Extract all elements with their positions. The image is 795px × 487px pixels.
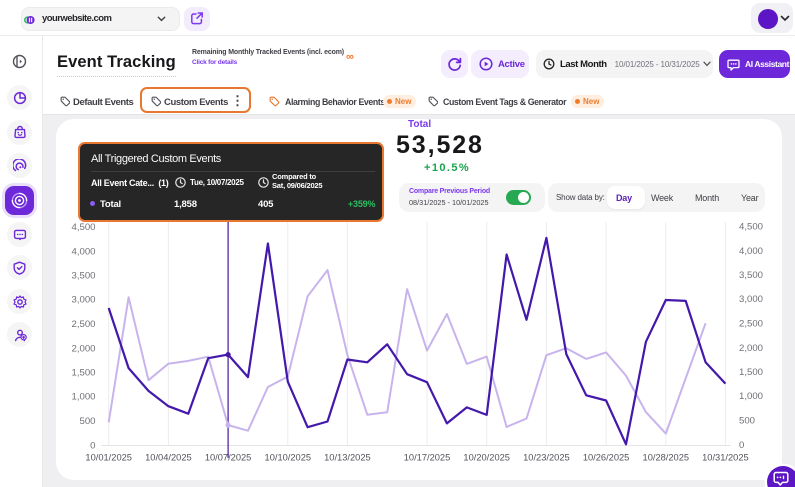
svg-text:10/10/2025: 10/10/2025 (265, 453, 312, 463)
svg-text:1,000: 1,000 (739, 391, 763, 402)
svg-text:0: 0 (739, 440, 744, 451)
svg-text:2,500: 2,500 (739, 319, 763, 330)
svg-text:1,500: 1,500 (739, 367, 763, 378)
svg-text:4,500: 4,500 (739, 222, 763, 233)
svg-text:3,500: 3,500 (71, 271, 95, 282)
svg-text:3,500: 3,500 (739, 270, 763, 281)
svg-text:500: 500 (739, 416, 755, 427)
svg-text:3,000: 3,000 (71, 295, 95, 306)
svg-text:2,000: 2,000 (71, 343, 95, 354)
svg-text:10/17/2025: 10/17/2025 (404, 453, 451, 463)
svg-text:3,000: 3,000 (739, 294, 763, 305)
svg-text:10/26/2025: 10/26/2025 (583, 453, 630, 463)
svg-text:4,500: 4,500 (71, 222, 95, 233)
svg-text:10/20/2025: 10/20/2025 (463, 453, 510, 463)
svg-text:500: 500 (79, 416, 95, 427)
svg-text:10/31/2025: 10/31/2025 (702, 453, 749, 463)
svg-text:2,000: 2,000 (739, 343, 763, 354)
svg-text:0: 0 (90, 440, 95, 451)
svg-text:4,000: 4,000 (71, 246, 95, 257)
svg-text:4,000: 4,000 (739, 246, 763, 257)
svg-text:2,500: 2,500 (71, 319, 95, 330)
svg-text:10/23/2025: 10/23/2025 (523, 453, 570, 463)
svg-text:10/01/2025: 10/01/2025 (85, 453, 132, 463)
svg-text:10/04/2025: 10/04/2025 (145, 453, 192, 463)
svg-text:1,500: 1,500 (71, 368, 95, 379)
svg-text:10/13/2025: 10/13/2025 (324, 453, 371, 463)
svg-text:10/28/2025: 10/28/2025 (643, 453, 690, 463)
svg-text:1,000: 1,000 (71, 392, 95, 403)
